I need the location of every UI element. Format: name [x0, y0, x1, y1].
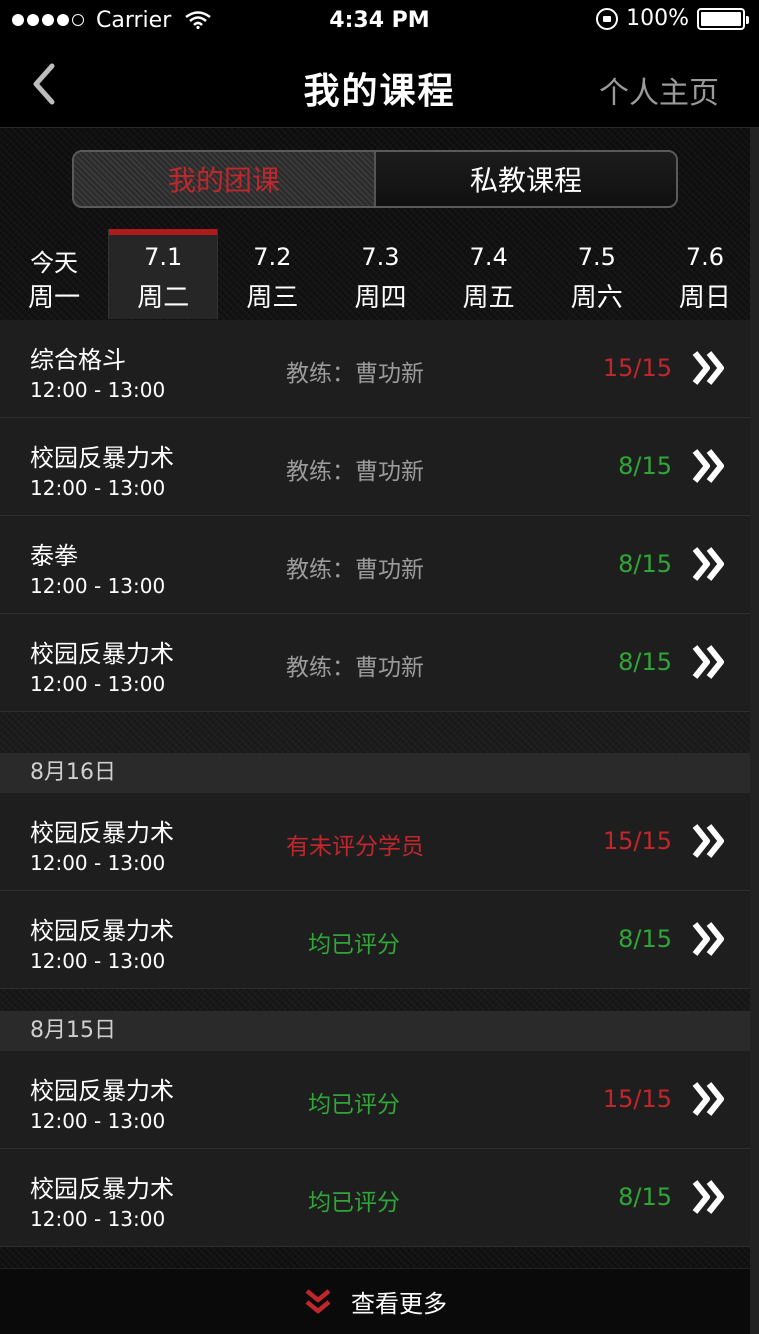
double-chevron-right-icon[interactable]	[692, 350, 726, 386]
course-row[interactable]: 综合格斗 12:00 - 13:00 教练：曹功新 15/15	[0, 320, 750, 418]
section-date-header: 8月15日	[0, 1011, 750, 1051]
date-tabs: 今天周一 7.1 周二 7.2 周三 7.3 周四 7.4 周五 7.5 周六 7.6 周日	[0, 229, 759, 319]
load-more-label: 查看更多	[351, 1290, 447, 1318]
enrollment-count: 8/15	[618, 452, 672, 480]
date-tab-selected[interactable]: 7.1 周二	[108, 229, 219, 319]
load-more-button[interactable]: 查看更多	[0, 1268, 750, 1334]
today-course-list: 综合格斗 12:00 - 13:00 教练：曹功新 15/15 校园反暴力术 1…	[0, 320, 750, 712]
weekday-label: 周四	[354, 283, 407, 313]
date-label: 今天	[30, 249, 79, 277]
date-label: 7.3	[361, 243, 400, 271]
date-tab[interactable]: 7.4 周五	[435, 229, 543, 319]
course-name: 泰拳	[30, 542, 78, 570]
double-chevron-right-icon[interactable]	[692, 1179, 726, 1215]
rating-status: 均已评分	[308, 932, 400, 958]
course-time: 12:00 - 13:00	[30, 378, 166, 402]
date-label: 7.4	[469, 243, 508, 271]
course-row[interactable]: 校园反暴力术 12:00 - 13:00 均已评分 15/15	[0, 1051, 750, 1149]
course-time: 12:00 - 13:00	[30, 476, 166, 500]
enrollment-count: 15/15	[602, 354, 672, 382]
date-tab[interactable]: 7.2 周三	[218, 229, 326, 319]
date-tab[interactable]: 今天 周一	[0, 229, 108, 319]
rotation-lock-icon	[596, 7, 619, 30]
course-name: 综合格斗	[30, 346, 126, 374]
date-tab[interactable]: 7.3 周四	[326, 229, 434, 319]
course-name: 校园反暴力术	[30, 1175, 174, 1203]
enrollment-count: 15/15	[602, 827, 672, 855]
double-chevron-right-icon[interactable]	[692, 823, 726, 859]
course-time: 12:00 - 13:00	[30, 1207, 166, 1231]
double-chevron-right-icon[interactable]	[692, 921, 726, 957]
coach-label: 教练：曹功新	[286, 459, 424, 485]
course-row[interactable]: 泰拳 12:00 - 13:00 教练：曹功新 8/15	[0, 516, 750, 614]
date-label: 7.5	[577, 243, 616, 271]
double-chevron-right-icon[interactable]	[692, 448, 726, 484]
weekday-label: 周六	[570, 283, 623, 313]
enrollment-count: 8/15	[618, 925, 672, 953]
coach-label: 教练：曹功新	[286, 361, 424, 387]
course-time: 12:00 - 13:00	[30, 851, 166, 875]
weekday-label: 周二	[137, 283, 190, 313]
course-row[interactable]: 校园反暴力术 12:00 - 13:00 教练：曹功新 8/15	[0, 614, 750, 712]
battery-percent: 100%	[626, 6, 689, 31]
history-section: 8月16日 校园反暴力术 12:00 - 13:00 有未评分学员 15/15 …	[0, 753, 750, 989]
section-date-header: 8月16日	[0, 753, 750, 793]
enrollment-count: 8/15	[618, 648, 672, 676]
rating-status: 均已评分	[308, 1190, 400, 1216]
tab-group-classes[interactable]: 我的团课	[74, 152, 374, 206]
double-chevron-right-icon[interactable]	[692, 546, 726, 582]
date-tab[interactable]: 7.6 周日	[651, 229, 759, 319]
course-name: 校园反暴力术	[30, 1077, 174, 1105]
enrollment-count: 15/15	[602, 1085, 672, 1113]
battery-icon	[697, 7, 749, 30]
course-row[interactable]: 校园反暴力术 12:00 - 13:00 均已评分 8/15	[0, 1149, 750, 1247]
course-row[interactable]: 校园反暴力术 12:00 - 13:00 均已评分 8/15	[0, 891, 750, 989]
date-tab[interactable]: 7.5 周六	[543, 229, 651, 319]
segment-area: 我的团课 私教课程	[0, 129, 759, 229]
course-name: 校园反暴力术	[30, 444, 174, 472]
history-section: 8月15日 校园反暴力术 12:00 - 13:00 均已评分 15/15 校园…	[0, 1011, 750, 1247]
course-name: 校园反暴力术	[30, 640, 174, 668]
rating-status: 均已评分	[308, 1092, 400, 1118]
coach-label: 教练：曹功新	[286, 655, 424, 681]
rating-status: 有未评分学员	[286, 834, 424, 860]
profile-link[interactable]: 个人主页	[599, 68, 719, 112]
course-type-segment: 我的团课 私教课程	[72, 150, 678, 208]
course-time: 12:00 - 13:00	[30, 949, 166, 973]
status-bar: Carrier 4:34 PM 100%	[0, 0, 759, 40]
date-label: 7.1	[144, 243, 183, 271]
navigation-bar: 我的课程 个人主页	[0, 40, 759, 128]
date-label: 7.2	[253, 243, 292, 271]
enrollment-count: 8/15	[618, 1183, 672, 1211]
course-time: 12:00 - 13:00	[30, 574, 166, 598]
weekday-label: 周一	[28, 283, 81, 313]
enrollment-count: 8/15	[618, 550, 672, 578]
course-time: 12:00 - 13:00	[30, 672, 166, 696]
course-time: 12:00 - 13:00	[30, 1109, 166, 1133]
weekday-label: 周五	[462, 283, 515, 313]
course-row[interactable]: 校园反暴力术 12:00 - 13:00 教练：曹功新 8/15	[0, 418, 750, 516]
course-name: 校园反暴力术	[30, 819, 174, 847]
course-name: 校园反暴力术	[30, 917, 174, 945]
weekday-label: 周三	[246, 283, 299, 313]
double-chevron-right-icon[interactable]	[692, 1081, 726, 1117]
course-row[interactable]: 校园反暴力术 12:00 - 13:00 有未评分学员 15/15	[0, 793, 750, 891]
date-label: 7.6	[685, 243, 724, 271]
tab-private-classes[interactable]: 私教课程	[376, 152, 676, 206]
coach-label: 教练：曹功新	[286, 557, 424, 583]
weekday-label: 周日	[678, 283, 731, 313]
double-chevron-down-icon	[305, 1288, 331, 1313]
double-chevron-right-icon[interactable]	[692, 644, 726, 680]
